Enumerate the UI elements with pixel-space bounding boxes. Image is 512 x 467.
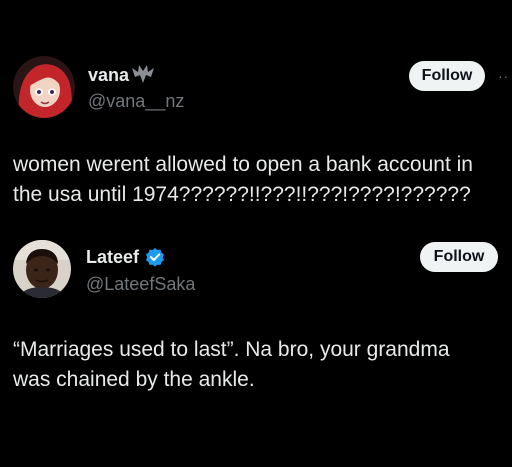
user-handle[interactable]: @vana__nz [88, 91, 184, 112]
tweet-text: women werent allowed to open a bank acco… [13, 150, 473, 210]
tweet-text-line: the usa until 1974??????!!???!!???!????!… [13, 183, 471, 206]
more-options-icon[interactable]: ·· [498, 68, 509, 84]
tweet-text-line: “Marriages used to last”. Na bro, your g… [13, 338, 450, 361]
user-name[interactable]: vana [88, 65, 129, 86]
user-name[interactable]: Lateef [86, 247, 139, 268]
verified-badge-icon [145, 247, 165, 267]
tweet-text: “Marriages used to last”. Na bro, your g… [13, 335, 450, 395]
follow-button[interactable]: Follow [420, 242, 498, 272]
profile-photo-icon [13, 240, 71, 298]
avatar[interactable] [13, 56, 75, 118]
follow-button[interactable]: Follow [409, 61, 485, 91]
user-handle[interactable]: @LateefSaka [86, 274, 195, 295]
avatar[interactable] [13, 240, 71, 298]
anime-avatar-icon [13, 56, 75, 118]
bat-emoji-icon [131, 63, 155, 85]
tweet-text-line: was chained by the ankle. [13, 368, 255, 391]
tweet-text-line: women werent allowed to open a bank acco… [13, 153, 473, 176]
